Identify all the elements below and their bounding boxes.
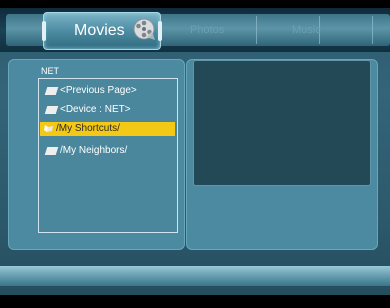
preview-area (193, 60, 371, 186)
list-item-label: /My Shortcuts/ (56, 123, 120, 134)
bottom-bar (0, 266, 390, 286)
top-border (0, 0, 390, 8)
tab-divider (256, 16, 257, 44)
tab-movies[interactable]: Movies (42, 12, 162, 50)
list-item-my-shortcuts[interactable]: /My Shortcuts/ (40, 122, 175, 136)
folder-open-icon (44, 125, 53, 132)
tab-photos[interactable]: Photos (190, 24, 224, 36)
list-item-previous-page[interactable]: <Previous Page> (44, 84, 174, 98)
panel-title: NET (41, 66, 59, 76)
folder-icon (44, 87, 59, 95)
tab-divider (372, 16, 373, 44)
folder-icon (44, 106, 59, 114)
tab-bracket-left (42, 21, 46, 41)
list-item-device-net[interactable]: <Device : NET> (44, 103, 174, 117)
tab-music[interactable]: Music (292, 24, 321, 36)
film-reel-icon (133, 18, 155, 40)
tab-movies-label: Movies (74, 22, 125, 39)
list-item-label: /My Neighbors/ (60, 145, 128, 156)
folder-icon (44, 147, 59, 155)
media-player-screen: Movies Photos Music NET <Previous Page> … (0, 0, 390, 308)
bottom-border (0, 295, 390, 308)
tab-bracket-right (158, 21, 162, 41)
list-item-my-neighbors[interactable]: /My Neighbors/ (44, 144, 174, 158)
list-item-label: <Device : NET> (60, 104, 131, 115)
list-item-label: <Previous Page> (60, 85, 137, 96)
